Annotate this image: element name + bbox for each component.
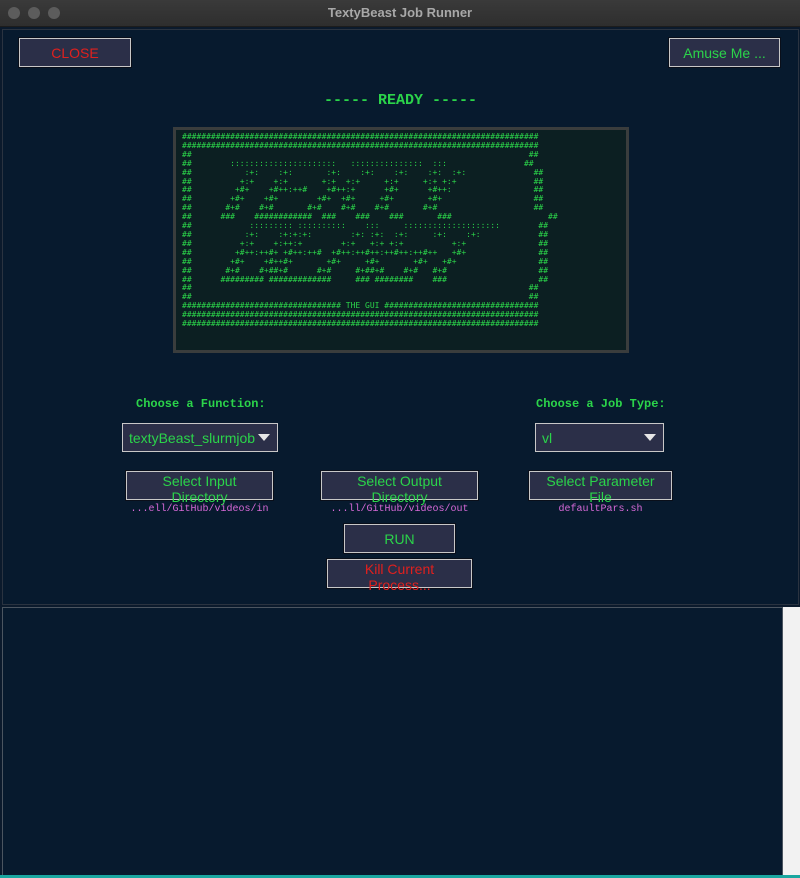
kill-process-button[interactable]: Kill Current Process...	[327, 559, 472, 593]
ascii-art-text: ########################################…	[182, 132, 558, 329]
select-output-directory-button[interactable]: Select Output Directory	[321, 471, 478, 505]
output-console[interactable]	[2, 607, 783, 877]
function-label: Choose a Function:	[136, 397, 266, 411]
job-type-label: Choose a Job Type:	[536, 397, 666, 411]
job-type-select-value: vl	[542, 430, 553, 446]
amuse-me-button[interactable]: Amuse Me ...	[669, 38, 780, 67]
select-input-directory-button[interactable]: Select Input Directory	[126, 471, 273, 505]
ready-status: ----- READY -----	[323, 92, 478, 109]
run-button[interactable]: RUN	[344, 524, 455, 553]
title-bar: TextyBeast Job Runner	[0, 0, 800, 27]
close-button[interactable]: CLOSE	[19, 38, 131, 67]
control-panel: CLOSE Amuse Me ... ----- READY ----- ###…	[2, 29, 799, 605]
chevron-down-icon	[258, 434, 270, 441]
console-scrollbar[interactable]	[783, 607, 800, 875]
ascii-art-banner: ########################################…	[173, 127, 629, 353]
input-directory-path: ...ell/GitHub/videos/in	[130, 504, 269, 515]
select-parameter-file-button[interactable]: Select Parameter File	[529, 471, 672, 505]
chevron-down-icon	[644, 434, 656, 441]
function-select[interactable]: textyBeast_slurmjob	[122, 423, 278, 452]
job-type-select[interactable]: vl	[535, 423, 664, 452]
output-directory-path: ...ll/GitHub/videos/out	[330, 504, 469, 515]
function-select-value: textyBeast_slurmjob	[129, 430, 256, 446]
app-window: TextyBeast Job Runner CLOSE Amuse Me ...…	[0, 0, 800, 878]
parameter-file-path: defaultPars.sh	[558, 504, 643, 515]
window-title: TextyBeast Job Runner	[327, 5, 473, 20]
